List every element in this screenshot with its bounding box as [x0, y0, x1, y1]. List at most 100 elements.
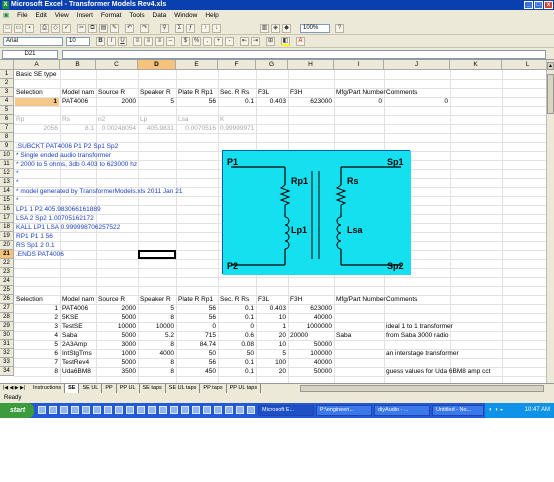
close-button[interactable]: x	[544, 1, 553, 9]
column-header-g[interactable]: G	[256, 60, 288, 70]
quicklaunch-word-icon[interactable]	[93, 406, 101, 414]
cell-h33[interactable]: 40000	[290, 359, 332, 367]
cell-b27[interactable]: PAT4006	[62, 305, 88, 313]
cell-d34[interactable]: 8	[140, 368, 174, 376]
font-select[interactable]: Arial	[3, 37, 63, 46]
cell-b26[interactable]: Model nam	[62, 296, 94, 304]
italic-icon[interactable]: I	[107, 37, 116, 46]
cell-a33[interactable]: 7	[16, 359, 58, 367]
cell-b30[interactable]: Saba	[62, 332, 77, 340]
cell-a13[interactable]: *	[16, 179, 19, 187]
row-header-16[interactable]: 16	[0, 205, 14, 214]
cell-g4[interactable]: 0.403	[258, 98, 286, 106]
column-header-a[interactable]: A	[14, 60, 60, 70]
cell-j32[interactable]: an interstage transformer	[386, 350, 459, 358]
transformer-schematic[interactable]: P1 P2 Sp1 Sp2 Rp1 Lp1 Rs Lsa	[222, 150, 411, 275]
row-header-25[interactable]: 25	[0, 286, 14, 295]
taskbar-notepad[interactable]: Untitled - No...	[432, 405, 484, 416]
cell-b4[interactable]: PAT4006	[62, 98, 88, 106]
cell-a14[interactable]: * model generated by TransformerModels.x…	[16, 188, 182, 196]
quicklaunch-web-icon[interactable]	[225, 406, 233, 414]
row-header-17[interactable]: 17	[0, 214, 14, 223]
cell-e28[interactable]: 56	[178, 314, 216, 322]
cell-j29[interactable]: ideal 1 to 1 transformer	[386, 323, 453, 331]
cell-b28[interactable]: 5KSE	[62, 314, 79, 322]
cell-i4[interactable]: 0	[336, 98, 382, 106]
formula-input[interactable]	[62, 50, 546, 59]
cell-g3[interactable]: F3L	[258, 89, 269, 97]
cell-f6[interactable]: K	[220, 116, 224, 124]
row-header-19[interactable]: 19	[0, 232, 14, 241]
cell-g30[interactable]: 20	[258, 332, 286, 340]
row-header-32[interactable]: 32	[0, 349, 14, 358]
cell-f30[interactable]: 0.6	[220, 332, 254, 340]
active-cell-cursor[interactable]	[138, 250, 176, 259]
row-header-7[interactable]: 7	[0, 124, 14, 133]
cell-c27[interactable]: 2000	[98, 305, 136, 313]
currency-icon[interactable]: $	[181, 37, 190, 46]
tray-icons[interactable]: ◐ ◑ ◒	[489, 403, 503, 418]
cell-d7[interactable]: 405.9831	[140, 125, 174, 133]
cell-f34[interactable]: 0.1	[220, 368, 254, 376]
font-size-select[interactable]: 10	[66, 37, 90, 46]
cell-b34[interactable]: Uda6BM8	[62, 368, 91, 376]
row-header-11[interactable]: 11	[0, 160, 14, 169]
cell-i30[interactable]: Saba	[336, 332, 351, 340]
cell-d29[interactable]: 10000	[140, 323, 174, 331]
preview-icon[interactable]: ◇	[51, 24, 60, 33]
quicklaunch-media-icon[interactable]	[71, 406, 79, 414]
spelling-icon[interactable]: ✓	[62, 24, 71, 33]
cell-g29[interactable]: 1	[258, 323, 286, 331]
cell-j4[interactable]: 0	[386, 98, 448, 106]
cell-f29[interactable]: 0	[220, 323, 254, 331]
open-icon[interactable]: ▭	[14, 24, 23, 33]
quicklaunch-app-icon[interactable]	[181, 406, 189, 414]
row-header-6[interactable]: 6	[0, 115, 14, 124]
cell-h27[interactable]: 623000	[290, 305, 332, 313]
save-icon[interactable]: ▪	[25, 24, 34, 33]
quicklaunch-desktop-icon[interactable]	[49, 406, 57, 414]
quicklaunch-last-icon[interactable]	[247, 406, 255, 414]
cell-c3[interactable]: Source R	[98, 89, 125, 97]
cell-h28[interactable]: 40000	[290, 314, 332, 322]
redo-icon[interactable]: ↷	[140, 24, 149, 33]
row-header-29[interactable]: 29	[0, 322, 14, 331]
cell-g27[interactable]: 0.403	[258, 305, 286, 313]
underline-icon[interactable]: U	[118, 37, 127, 46]
row-header-15[interactable]: 15	[0, 196, 14, 205]
undo-icon[interactable]: ↶	[125, 24, 134, 33]
column-header-d[interactable]: D	[138, 60, 176, 70]
row-header-10[interactable]: 10	[0, 151, 14, 160]
column-header-c[interactable]: C	[96, 60, 138, 70]
fill-color-icon[interactable]: ◧	[281, 37, 290, 46]
column-header-i[interactable]: I	[334, 60, 384, 70]
zoom-select[interactable]: 100%	[300, 24, 330, 33]
sheet-tab-pp-ul[interactable]: PP UL	[117, 384, 140, 393]
row-header-13[interactable]: 13	[0, 178, 14, 187]
cell-a18[interactable]: KALL LP1 LSA 0.999998706257522	[16, 224, 120, 232]
cell-c4[interactable]: 2000	[98, 98, 136, 106]
column-header-f[interactable]: F	[218, 60, 256, 70]
row-header-4[interactable]: 4	[0, 97, 14, 106]
hyperlink-icon[interactable]: ⚲	[160, 24, 169, 33]
quicklaunch-ie-icon[interactable]	[38, 406, 46, 414]
menu-window[interactable]: Window	[171, 10, 200, 22]
cell-e32[interactable]: 50	[178, 350, 216, 358]
cell-c6[interactable]: n2	[98, 116, 105, 124]
paste-icon[interactable]: ▤	[99, 24, 108, 33]
cell-a4[interactable]: 1	[15, 98, 59, 106]
name-box[interactable]: D21	[2, 50, 58, 59]
copy-icon[interactable]: ⧉	[88, 24, 97, 33]
cell-j34[interactable]: guess values for Uda 6BM8 amp cct	[386, 368, 490, 376]
cell-a17[interactable]: LSA 2 Sp2 1.00705162172	[16, 215, 94, 223]
print-icon[interactable]: ⎙	[40, 24, 49, 33]
align-center-icon[interactable]: ≡	[144, 37, 153, 46]
row-header-5[interactable]: 5	[0, 106, 14, 115]
row-header-34[interactable]: 34	[0, 367, 14, 376]
cell-e7[interactable]: 0.0070516	[178, 125, 216, 133]
cell-a26[interactable]: Selection	[16, 296, 43, 304]
cell-f7[interactable]: 0.99999971	[220, 125, 254, 133]
column-header-j[interactable]: J	[384, 60, 450, 70]
cell-g31[interactable]: 10	[258, 341, 286, 349]
cell-g33[interactable]: 100	[258, 359, 286, 367]
